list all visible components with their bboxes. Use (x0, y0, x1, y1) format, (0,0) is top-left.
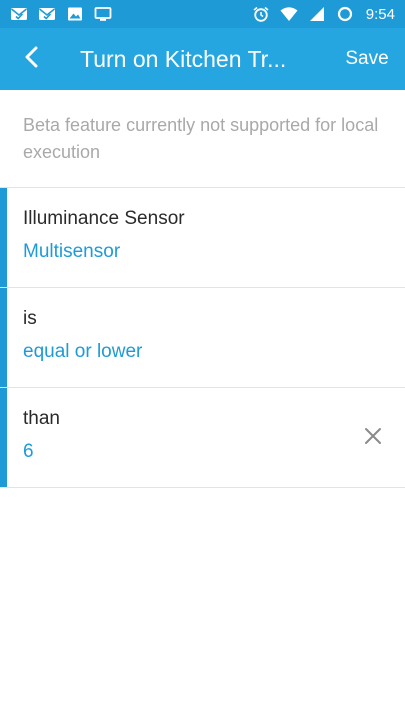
chevron-left-icon (21, 46, 43, 72)
condition-value: 6 (23, 441, 34, 462)
condition-label: is (23, 308, 37, 329)
battery-circle-icon (336, 6, 354, 22)
condition-row-threshold[interactable]: than 6 (0, 388, 405, 488)
status-time: 9:54 (365, 5, 395, 23)
condition-value: Multisensor (23, 241, 121, 262)
status-bar: 9:54 (0, 0, 405, 28)
clear-value-button[interactable] (359, 424, 387, 452)
condition-row-operator[interactable]: is equal or lower (0, 288, 405, 388)
back-button[interactable] (0, 28, 64, 90)
status-bar-system: 9:54 (252, 6, 395, 23)
page-title: Turn on Kitchen Tr... (80, 45, 287, 72)
app-bar: Turn on Kitchen Tr... Save (0, 28, 405, 90)
close-icon (363, 426, 383, 450)
save-button[interactable]: Save (329, 28, 405, 90)
condition-label: Illuminance Sensor (23, 208, 185, 229)
row-accent-bar (0, 388, 7, 487)
alarm-icon (252, 6, 270, 22)
condition-row-device[interactable]: Illuminance Sensor Multisensor (0, 188, 405, 288)
mail-check-icon (38, 6, 56, 22)
condition-value: equal or lower (23, 341, 143, 362)
signal-icon (308, 6, 326, 22)
row-accent-bar (0, 188, 7, 287)
beta-notice: Beta feature currently not supported for… (0, 90, 405, 188)
status-bar-notifications (10, 6, 112, 22)
mail-check-icon (10, 6, 28, 22)
condition-label: than (23, 408, 60, 429)
wifi-icon (280, 6, 298, 22)
row-accent-bar (0, 288, 7, 387)
cast-screen-icon (94, 6, 112, 22)
image-icon (66, 6, 84, 22)
